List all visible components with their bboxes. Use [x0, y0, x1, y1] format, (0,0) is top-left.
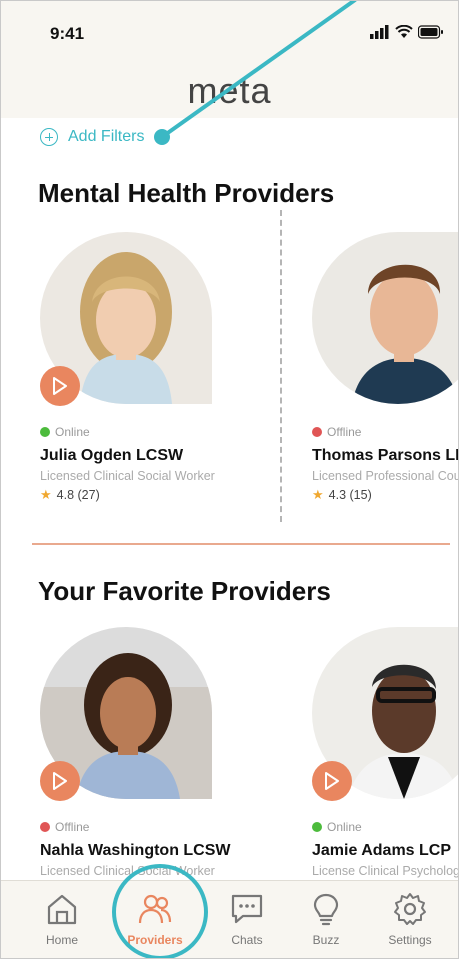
home-icon	[47, 894, 77, 925]
people-icon	[138, 894, 172, 924]
status-icons	[370, 25, 444, 39]
lightbulb-icon	[313, 893, 339, 926]
provider-title: License Clinical Psychologist	[312, 864, 459, 878]
signal-icon	[370, 25, 389, 39]
play-icon	[325, 772, 339, 790]
header: 9:41 meta	[0, 0, 459, 118]
star-icon: ★	[40, 487, 52, 502]
tab-home[interactable]: Home	[17, 881, 107, 959]
availability-status: Online	[312, 820, 362, 834]
provider-title: Licensed Clinical Social Worker	[40, 469, 215, 483]
app-screen: 9:41 meta Add Filters Mental Health Prov…	[0, 0, 459, 959]
section-divider	[32, 543, 450, 545]
tab-settings[interactable]: Settings	[365, 881, 455, 959]
app-logo: meta	[187, 70, 272, 111]
plus-circle-icon	[40, 128, 58, 146]
availability-status: Online	[40, 425, 90, 439]
provider-name: Thomas Parsons LPC	[312, 447, 459, 464]
play-icon	[53, 772, 67, 790]
tab-bar: Home Providers Chats Buzz Settings	[0, 880, 459, 959]
add-filters-label: Add Filters	[68, 128, 145, 145]
wifi-icon	[395, 25, 413, 38]
availability-status: Offline	[40, 820, 89, 834]
status-dot	[312, 822, 322, 832]
provider-title: Licensed Professional Counselor	[312, 469, 459, 483]
play-icon	[53, 377, 67, 395]
provider-name: Julia Ogden LCSW	[40, 447, 184, 464]
tab-chats[interactable]: Chats	[202, 881, 292, 959]
play-video-button[interactable]	[40, 366, 80, 406]
add-filters-button[interactable]: Add Filters	[40, 128, 144, 146]
chat-icon	[231, 894, 263, 924]
card-divider	[280, 210, 282, 522]
tab-providers[interactable]: Providers	[110, 881, 200, 959]
status-dot	[40, 822, 50, 832]
status-dot	[312, 427, 322, 437]
provider-rating: ★ 4.3 (15)	[312, 487, 372, 502]
provider-rating: ★ 4.8 (27)	[40, 487, 100, 502]
section-title-mental-health: Mental Health Providers	[38, 178, 335, 208]
provider-name: Nahla Washington LCSW	[40, 842, 231, 859]
provider-title: Licensed Clinical Social Worker	[40, 864, 215, 878]
play-video-button[interactable]	[40, 761, 80, 801]
provider-avatar	[312, 232, 459, 404]
status-dot	[40, 427, 50, 437]
play-video-button[interactable]	[312, 761, 352, 801]
tab-buzz[interactable]: Buzz	[281, 881, 371, 959]
availability-status: Offline	[312, 425, 361, 439]
gear-icon	[394, 893, 426, 925]
section-title-favorites: Your Favorite Providers	[38, 576, 331, 606]
status-time: 9:41	[50, 24, 85, 43]
star-icon: ★	[312, 487, 324, 502]
battery-icon	[418, 25, 443, 39]
provider-name: Jamie Adams LCP	[312, 842, 452, 859]
